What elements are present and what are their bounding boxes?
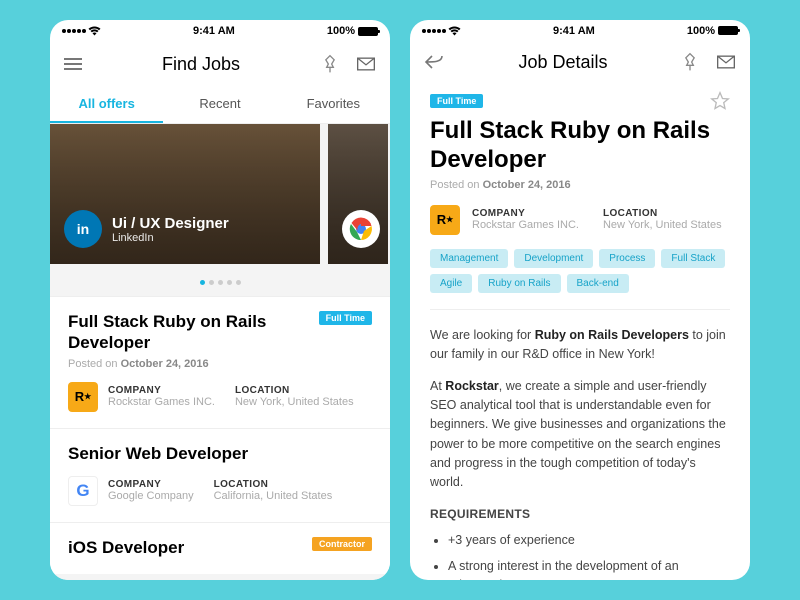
battery-indicator: 100% [327, 25, 378, 37]
status-time: 9:41 AM [553, 25, 595, 37]
job-item[interactable]: Full Stack Ruby on Rails Developer Full … [50, 296, 390, 428]
chrome-logo-icon [342, 210, 380, 248]
linkedin-logo-icon: in [64, 210, 102, 248]
carousel-card[interactable]: in Ui / UX Designer LinkedIn [50, 124, 320, 264]
posted-date: Posted on October 24, 2016 [68, 358, 372, 370]
battery-icon [358, 27, 378, 36]
requirement-item: +3 years of experience [448, 531, 730, 550]
favorite-star-icon[interactable] [710, 91, 730, 111]
requirements-heading: REQUIREMENTS [430, 505, 730, 524]
job-description: We are looking for Ruby on Rails Develop… [430, 326, 730, 580]
pin-icon[interactable] [680, 52, 700, 72]
carousel-card-company: LinkedIn [112, 232, 229, 244]
tag[interactable]: Ruby on Rails [478, 274, 560, 293]
job-type-badge: Full Time [430, 94, 483, 108]
tag[interactable]: Process [599, 249, 655, 268]
rockstar-logo-icon: R★ [430, 205, 460, 235]
tab-all-offers[interactable]: All offers [50, 86, 163, 123]
carousel-card[interactable]: We Chro [328, 124, 388, 264]
wifi-icon [448, 26, 461, 36]
nav-bar: Find Jobs [50, 42, 390, 86]
phone-find-jobs: 9:41 AM 100% Find Jobs All offers Recent… [50, 20, 390, 580]
status-bar: 9:41 AM 100% [50, 20, 390, 42]
mail-icon[interactable] [716, 52, 736, 72]
page-title: Job Details [518, 52, 607, 73]
job-list-scroll[interactable]: in Ui / UX Designer LinkedIn We Chro [50, 124, 390, 580]
rockstar-logo-icon: R★ [68, 382, 98, 412]
detail-scroll[interactable]: Full Time Full Stack Ruby on Rails Devel… [410, 83, 750, 580]
featured-carousel[interactable]: in Ui / UX Designer LinkedIn We Chro [50, 124, 390, 264]
phone-job-details: 9:41 AM 100% Job Details Full Time Full … [410, 20, 750, 580]
tab-favorites[interactable]: Favorites [277, 86, 390, 123]
tag[interactable]: Back-end [567, 274, 629, 293]
job-item[interactable]: Senior Web Developer G COMPANY Google Co… [50, 428, 390, 522]
mail-icon[interactable] [356, 54, 376, 74]
requirement-item: A strong interest in the development of … [448, 557, 730, 580]
tag[interactable]: Development [514, 249, 593, 268]
page-title: Find Jobs [162, 54, 240, 75]
status-time: 9:41 AM [193, 25, 235, 37]
battery-indicator: 100% [687, 25, 738, 37]
signal-dots-icon [62, 29, 86, 33]
battery-icon [718, 26, 738, 35]
job-title: iOS Developer [68, 537, 184, 558]
job-title: Full Stack Ruby on Rails Developer [68, 311, 309, 354]
skill-tags: Management Development Process Full Stac… [430, 249, 730, 293]
back-button[interactable] [424, 53, 446, 71]
status-bar: 9:41 AM 100% [410, 20, 750, 41]
tag[interactable]: Full Stack [661, 249, 725, 268]
menu-button[interactable] [64, 55, 82, 73]
tag[interactable]: Management [430, 249, 508, 268]
tabs: All offers Recent Favorites [50, 86, 390, 124]
detail-job-title: Full Stack Ruby on Rails Developer [430, 117, 730, 175]
nav-bar: Job Details [410, 41, 750, 83]
carousel-pager [50, 264, 390, 296]
posted-date: Posted on October 24, 2016 [430, 179, 730, 191]
job-badge: Contractor [312, 537, 372, 551]
google-logo-icon: G [68, 476, 98, 506]
tab-recent[interactable]: Recent [163, 86, 276, 123]
job-title: Senior Web Developer [68, 443, 372, 464]
carousel-card-title: Ui / UX Designer [112, 215, 229, 232]
divider [430, 309, 730, 310]
job-badge: Full Time [319, 311, 372, 325]
pin-icon[interactable] [320, 54, 340, 74]
wifi-icon [88, 26, 101, 36]
signal-dots-icon [422, 29, 446, 33]
tag[interactable]: Agile [430, 274, 472, 293]
job-item[interactable]: iOS Developer Contractor [50, 522, 390, 574]
